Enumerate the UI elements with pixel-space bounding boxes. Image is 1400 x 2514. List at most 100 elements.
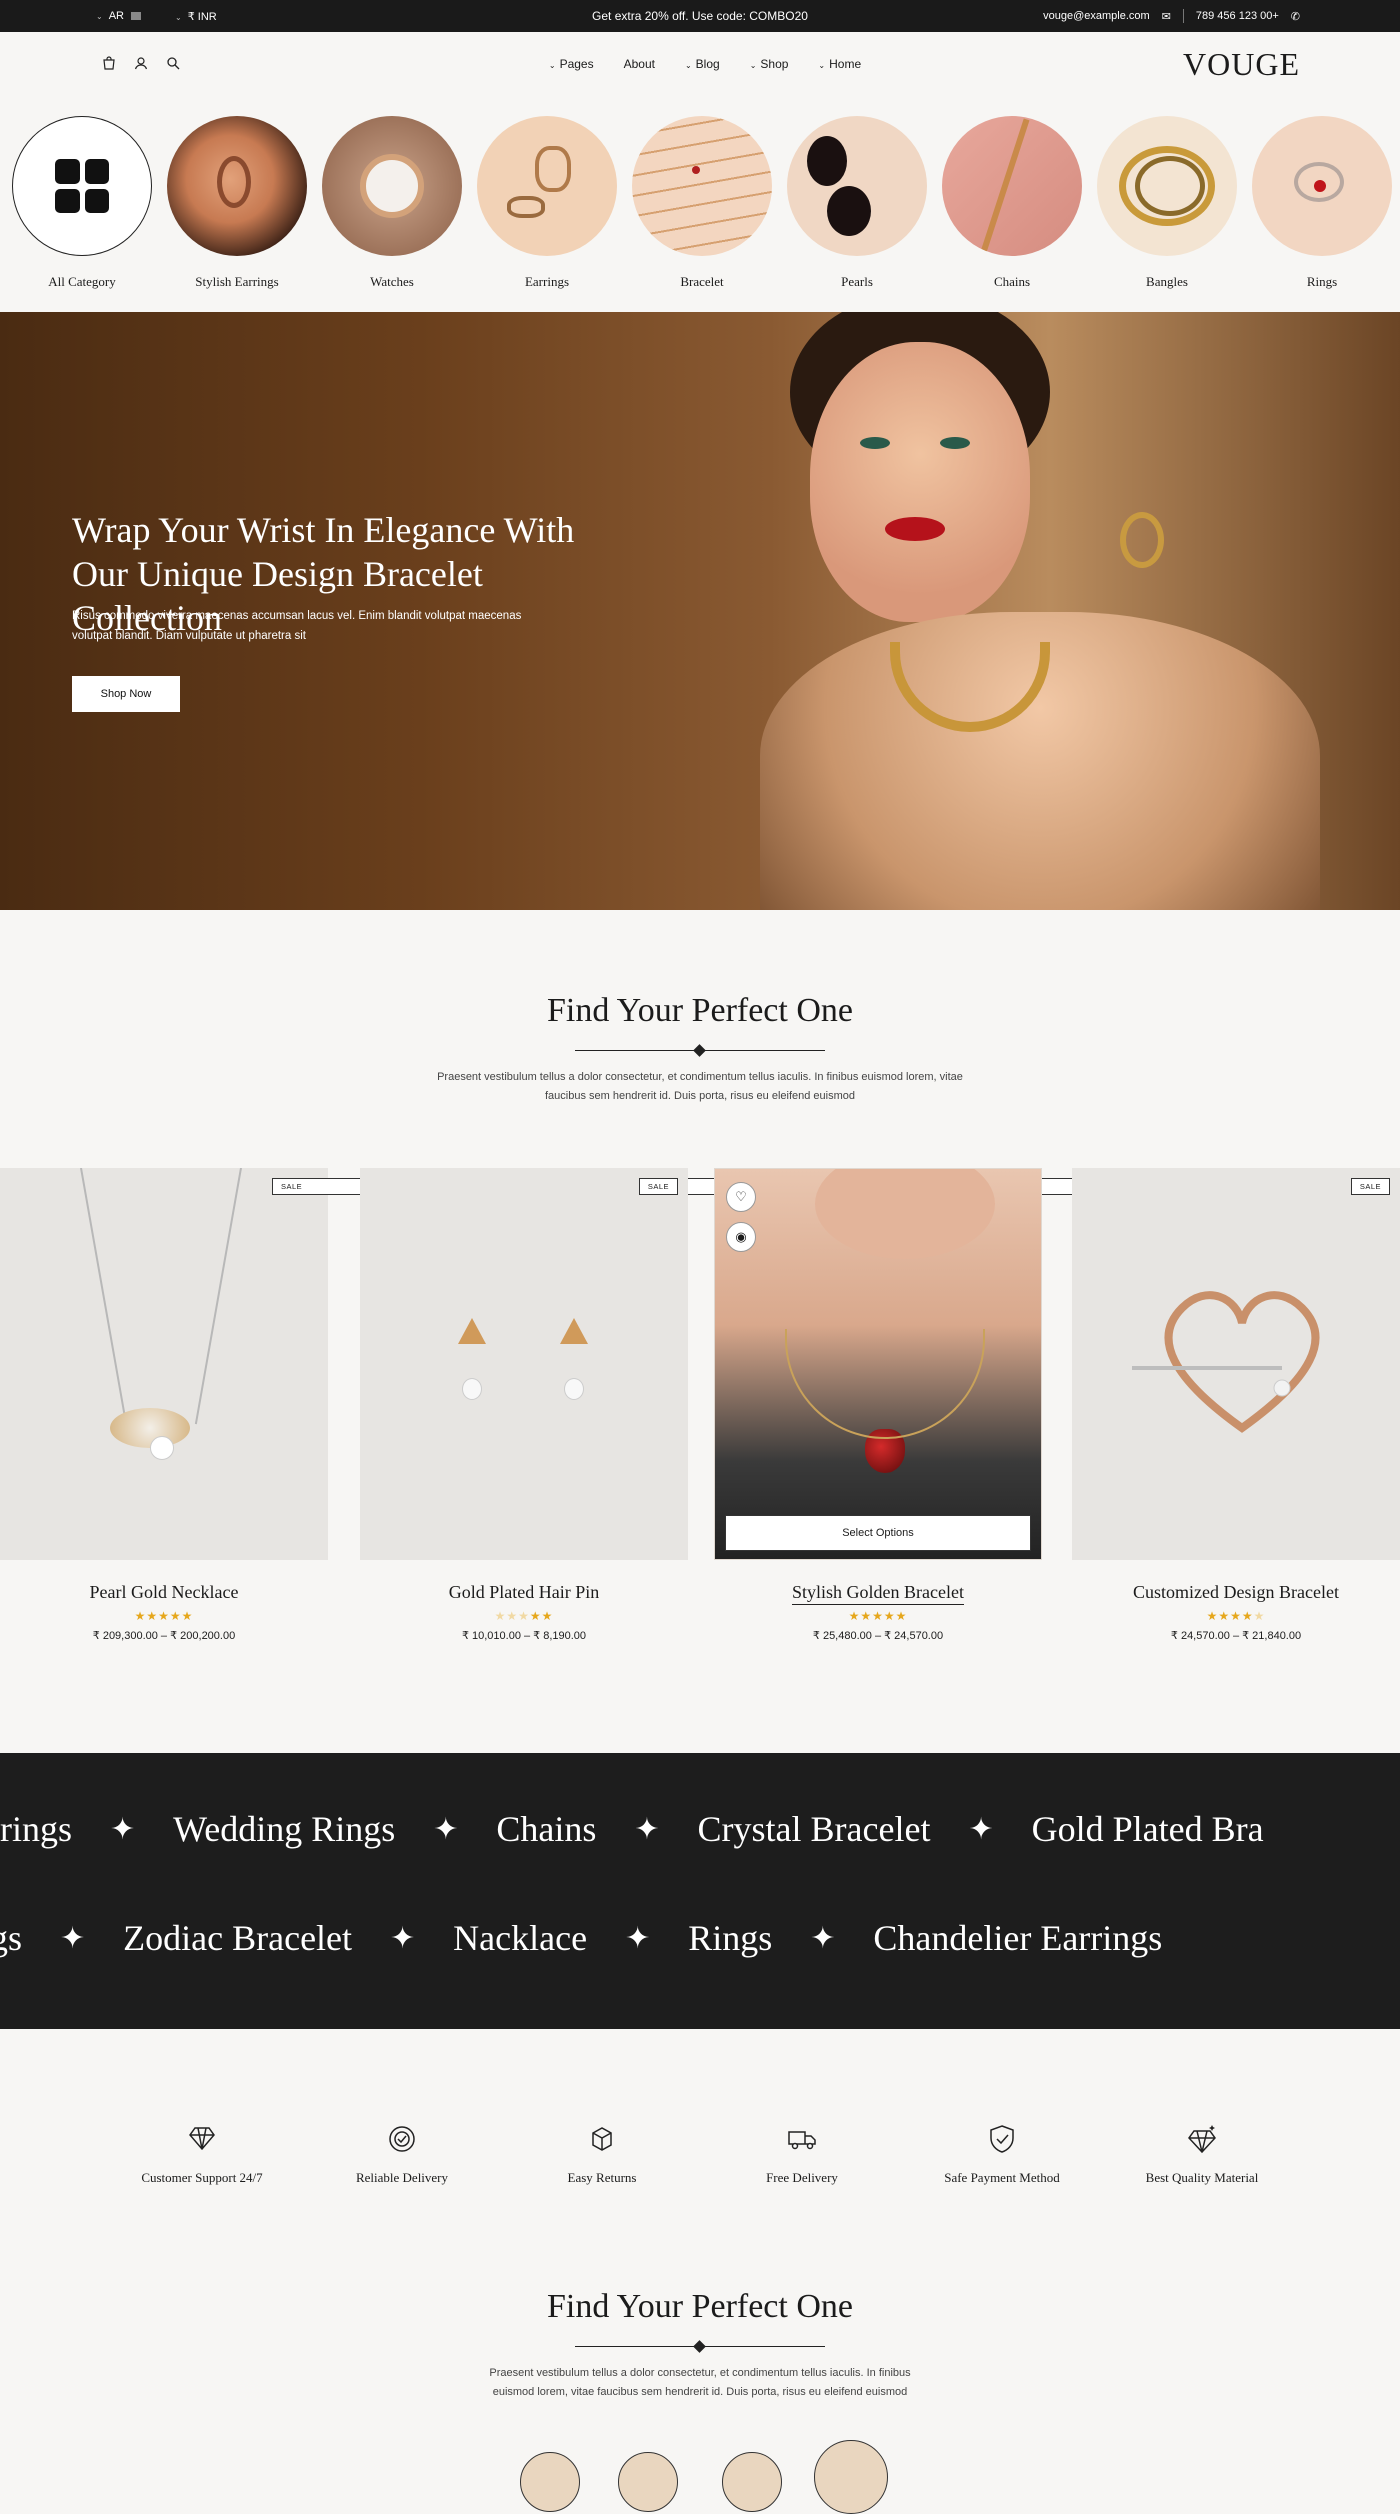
hero-text: Risus commodo viverra maecenas accumsan … (72, 610, 522, 642)
marquee-item[interactable]: Wedding Rings (173, 1808, 395, 1850)
category-watches[interactable]: Watches (322, 116, 462, 290)
quick-view-eye-icon[interactable]: ◉ (726, 1222, 756, 1252)
sparkle-icon: ✦ (810, 1921, 836, 1955)
sparkle-icon: ✦ (433, 1812, 459, 1846)
marquee-item[interactable]: Nacklace (453, 1917, 587, 1959)
rating-stars: ★★★★★ (134, 1609, 194, 1623)
category-strip: All Category Stylish Earrings Watches Ea… (12, 116, 1400, 296)
badge-check-icon (302, 2120, 502, 2158)
mail-icon: ✉ (1161, 10, 1171, 23)
product-card[interactable]: Pearl Gold Necklace ★★★★★ ₹ 209,300.00 –… (0, 1168, 328, 1642)
category-label: Watches (370, 274, 414, 289)
product-card[interactable]: SALE Gold Plated Hair Pin ★★★★★ ₹ 10,010… (360, 1168, 688, 1642)
chevron-down-icon: ⌄ (684, 61, 692, 70)
nav-blog[interactable]: ⌄ Blog (685, 57, 720, 71)
nav-home[interactable]: ⌄ Home (818, 57, 861, 71)
product-name[interactable]: Pearl Gold Necklace (0, 1582, 328, 1603)
shield-check-icon (902, 2120, 1102, 2158)
category-bracelet[interactable]: Bracelet (632, 116, 772, 290)
section-text: Praesent vestibulum tellus a dolor conse… (489, 2367, 911, 2398)
product-thumbnail[interactable] (520, 2452, 580, 2512)
product-image[interactable]: SALE (360, 1168, 688, 1560)
heart-brooch-image (1132, 1291, 1320, 1433)
marquee-item[interactable]: Crystal Bracelet (698, 1808, 931, 1850)
feature-item: Best Quality Material (1102, 2120, 1302, 2186)
chevron-down-icon: ⌄ (818, 61, 826, 70)
box-return-icon (502, 2120, 702, 2158)
category-earrings[interactable]: Earrings (477, 116, 617, 290)
select-options-button[interactable]: Select Options (725, 1515, 1031, 1551)
section-title: Find Your Perfect One (547, 2288, 853, 2325)
nav-label: Blog (695, 57, 720, 71)
marquee-row: rrings ✦ Wedding Rings ✦ Chains ✦ Crysta… (0, 1808, 1264, 1850)
product-thumbnail[interactable] (722, 2452, 782, 2512)
shop-now-button[interactable]: Shop Now (72, 676, 180, 712)
marquee-row: gs ✦ Zodiac Bracelet ✦ Nacklace ✦ Rings … (0, 1917, 1162, 1959)
category-chains[interactable]: Chains (942, 116, 1082, 290)
category-pearls[interactable]: Pearls (787, 116, 927, 290)
product-price: ₹ 209,300.00 – ₹ 200,200.00 (92, 1630, 236, 1642)
sparkle-icon: ✦ (390, 1921, 416, 1955)
section-title: Find Your Perfect One (547, 992, 853, 1029)
product-thumbnail[interactable] (618, 2452, 678, 2512)
product-name[interactable]: Stylish Golden Bracelet (714, 1582, 1042, 1605)
phone-icon: ✆ (1290, 10, 1300, 23)
category-stylish-earrings[interactable]: Stylish Earrings (167, 116, 307, 290)
site-logo[interactable]: VOUGE (1183, 46, 1300, 83)
feature-item: Reliable Delivery (302, 2120, 502, 2186)
feature-item: Customer Support 24/7 (102, 2120, 302, 2186)
category-rings[interactable]: Rings (1252, 116, 1392, 290)
truck-icon (702, 2120, 902, 2158)
section-find-perfect: Find Your Perfect One Praesent vestibulu… (0, 992, 1400, 1106)
product-name-link[interactable]: Stylish Golden Bracelet (792, 1582, 964, 1605)
marquee-item[interactable]: gs (0, 1917, 22, 1959)
category-label: Earrings (524, 274, 570, 289)
diamond-icon (1102, 2120, 1302, 2158)
chevron-down-icon: ⌄ (749, 61, 757, 70)
product-image[interactable] (0, 1168, 328, 1560)
nav-label: About (623, 57, 655, 71)
nav-shop[interactable]: ⌄ Shop (750, 57, 789, 71)
chevron-down-icon: ⌄ (548, 61, 556, 70)
category-image (167, 116, 307, 256)
marquee-item[interactable]: Chains (496, 1808, 596, 1850)
marquee-item[interactable]: Gold Plated Bra (1032, 1808, 1264, 1850)
section-text: Praesent vestibulum tellus a dolor conse… (437, 1071, 963, 1102)
phone-link[interactable]: 789 456 123 00+ (1196, 10, 1279, 22)
divider (1182, 9, 1184, 23)
hero-image (700, 312, 1400, 910)
hero-banner: Wrap Your Wrist In Elegance With Our Uni… (0, 312, 1400, 910)
sale-badge: SALE (1350, 1178, 1390, 1195)
category-image (632, 116, 772, 256)
wishlist-heart-icon[interactable]: ♡ (726, 1182, 756, 1212)
category-bangles[interactable]: Bangles (1097, 116, 1237, 290)
section-divider (575, 1044, 825, 1056)
product-price: ₹ 24,570.00 – ₹ 21,840.00 (1170, 1630, 1302, 1642)
nav-about[interactable]: About (624, 57, 655, 71)
product-thumbnail[interactable] (814, 2440, 888, 2514)
email-link[interactable]: vouge@example.com (1043, 10, 1150, 22)
category-image (477, 116, 617, 256)
category-marquee: rrings ✦ Wedding Rings ✦ Chains ✦ Crysta… (0, 1753, 1400, 2029)
feature-item: Easy Returns (502, 2120, 702, 2186)
feature-item: Safe Payment Method (902, 2120, 1102, 2186)
product-image[interactable]: SALE (1072, 1168, 1400, 1560)
marquee-item[interactable]: Chandelier Earrings (873, 1917, 1162, 1959)
sparkle-icon: ✦ (110, 1812, 136, 1846)
product-price: ₹ 10,010.00 – ₹ 8,190.00 (461, 1630, 587, 1642)
category-all[interactable]: All Category (12, 116, 152, 290)
marquee-item[interactable]: Zodiac Bracelet (123, 1917, 352, 1959)
sale-badge: SALE (638, 1178, 678, 1195)
marquee-item[interactable]: rrings (0, 1808, 72, 1850)
product-card[interactable]: SALE Customized Design Bracelet ★★★★★ ₹ … (1072, 1168, 1400, 1642)
product-card[interactable]: Select Options ♡ ◉ Stylish Golden Bracel… (714, 1168, 1042, 1642)
marquee-item[interactable]: Rings (688, 1917, 772, 1959)
product-name[interactable]: Customized Design Bracelet (1072, 1582, 1400, 1603)
category-image (1252, 116, 1392, 256)
product-image[interactable]: Select Options (714, 1168, 1042, 1560)
product-name[interactable]: Gold Plated Hair Pin (360, 1582, 688, 1603)
category-label: Pearls (841, 274, 873, 289)
sparkle-icon: ✦ (60, 1921, 86, 1955)
product-price: ₹ 25,480.00 – ₹ 24,570.00 (812, 1630, 944, 1642)
nav-pages[interactable]: ⌄ Pages (549, 57, 594, 71)
